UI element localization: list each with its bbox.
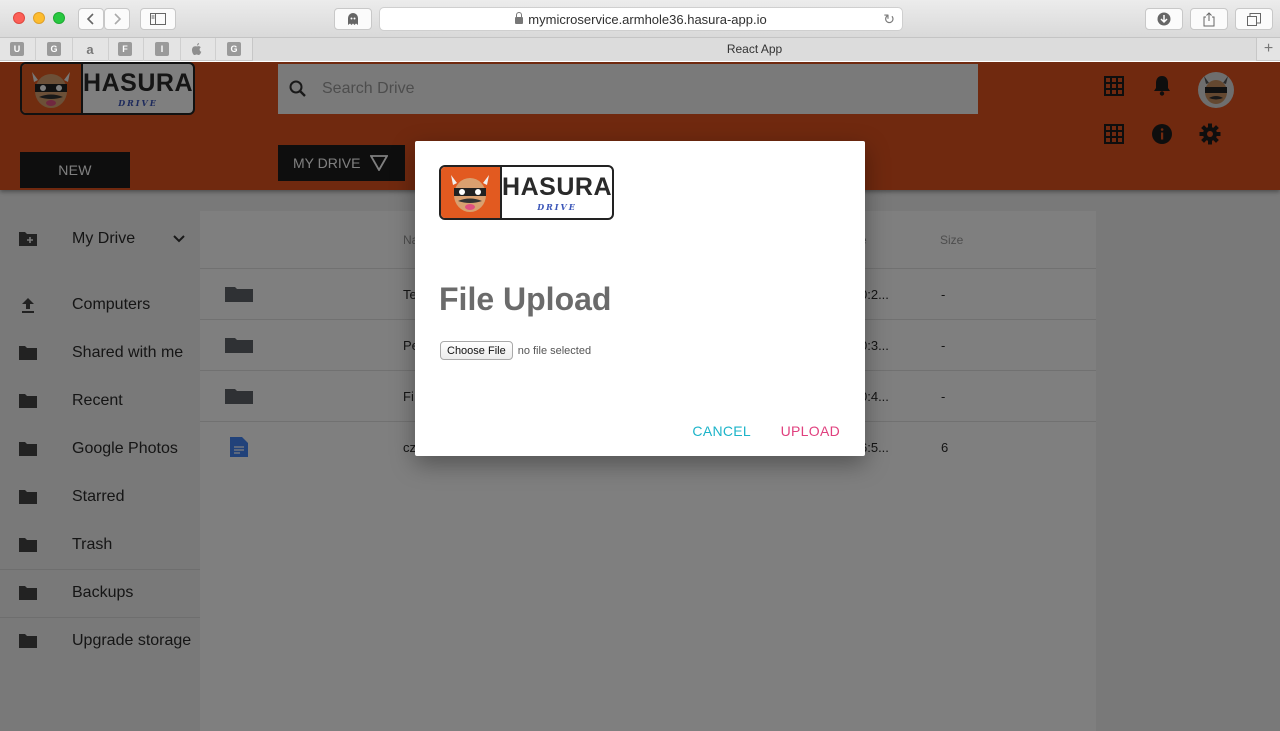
share-icon — [1203, 11, 1215, 26]
share-button[interactable] — [1190, 8, 1228, 30]
file-input[interactable]: Choose File no file selected — [440, 341, 591, 360]
lock-icon — [515, 11, 524, 24]
hasura-drive-logo: HASURA DRIVE — [439, 165, 614, 220]
logo-mascot-icon — [441, 167, 503, 218]
tabs-overview-icon — [1247, 12, 1261, 26]
chevron-right-icon — [114, 13, 122, 25]
favorite-f[interactable]: F — [118, 42, 132, 56]
minimize-window-button[interactable] — [33, 12, 45, 24]
favorite-i[interactable]: I — [155, 42, 169, 56]
close-window-button[interactable] — [13, 12, 25, 24]
favorites-divider — [215, 38, 216, 61]
favorites-divider — [143, 38, 144, 61]
tab-react-app[interactable]: React App — [252, 38, 1256, 61]
chevron-left-icon — [86, 13, 94, 25]
dialog-title: File Upload — [439, 281, 612, 317]
ghostery-extension-button[interactable] — [334, 8, 372, 30]
browser-titlebar: mymicroservice.armhole36.hasura-app.io ↻ — [0, 0, 1280, 38]
show-tabs-button[interactable] — [1235, 8, 1273, 30]
apple-icon — [191, 43, 202, 56]
choose-file-button[interactable]: Choose File — [440, 341, 513, 360]
address-bar[interactable]: mymicroservice.armhole36.hasura-app.io ↻ — [379, 7, 903, 31]
sidebar-icon — [150, 13, 166, 25]
upload-button[interactable]: UPLOAD — [781, 423, 840, 439]
ghost-icon — [348, 12, 358, 25]
file-upload-dialog: HASURA DRIVE File Upload Choose File no … — [415, 141, 865, 456]
favorite-amazon[interactable]: a — [83, 42, 97, 57]
cancel-button[interactable]: CANCEL — [692, 423, 751, 439]
favorites-divider — [180, 38, 181, 61]
sidebar-toggle-button[interactable] — [140, 8, 176, 30]
logo-wordmark: HASURA DRIVE — [502, 167, 612, 218]
forward-button[interactable] — [104, 8, 130, 30]
favorites-divider — [108, 38, 109, 61]
favorite-u[interactable]: U — [10, 42, 24, 56]
favorites-divider — [35, 38, 36, 61]
favorite-apple[interactable] — [190, 42, 204, 56]
new-tab-button[interactable]: + — [1256, 38, 1280, 61]
download-icon — [1157, 12, 1171, 26]
downloads-button[interactable] — [1145, 8, 1183, 30]
favorite-g2[interactable]: G — [227, 42, 241, 56]
url-text: mymicroservice.armhole36.hasura-app.io — [528, 11, 767, 27]
favorites-bar: U G a F I G React App + — [0, 38, 1280, 61]
back-button[interactable] — [78, 8, 104, 30]
favorite-g[interactable]: G — [47, 42, 61, 56]
logo-word: HASURA — [502, 173, 612, 201]
fullscreen-window-button[interactable] — [53, 12, 65, 24]
reload-icon[interactable]: ↻ — [883, 11, 895, 28]
favorites-divider — [72, 38, 73, 61]
file-input-status: no file selected — [517, 344, 592, 357]
logo-subword: DRIVE — [537, 202, 577, 212]
